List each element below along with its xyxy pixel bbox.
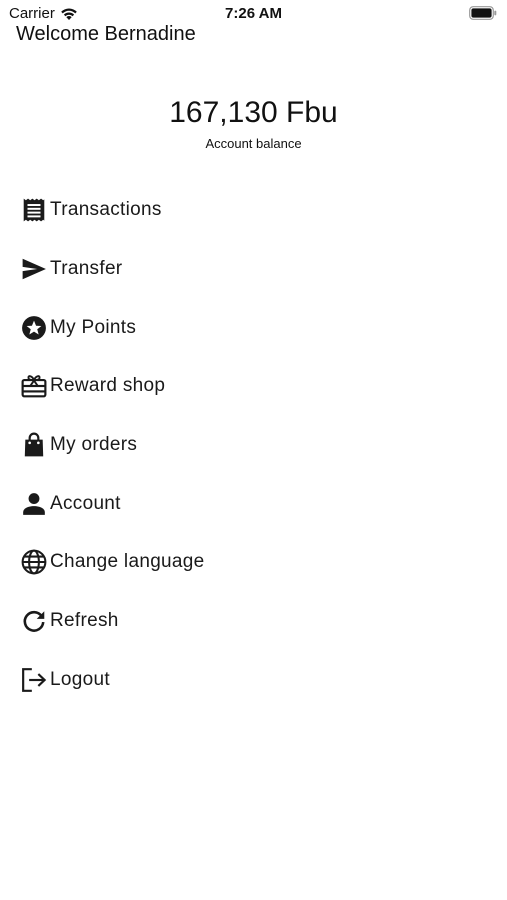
- menu-item-account[interactable]: Account: [0, 474, 507, 533]
- menu-item-label: Change language: [50, 551, 205, 573]
- menu-item-refresh[interactable]: Refresh: [0, 592, 507, 651]
- gift-card-icon: [21, 372, 49, 400]
- menu-item-label: Refresh: [50, 610, 119, 632]
- person-icon: [21, 490, 49, 518]
- menu-item-label: Logout: [50, 668, 110, 690]
- menu-item-my-orders[interactable]: My orders: [0, 416, 507, 475]
- menu-item-label: Reward shop: [50, 375, 166, 397]
- menu-item-logout[interactable]: Logout: [0, 651, 507, 710]
- balance-label: Account balance: [205, 136, 302, 151]
- menu-item-label: Transactions: [50, 199, 162, 221]
- menu-item-label: My orders: [50, 434, 138, 456]
- receipt-icon: [21, 196, 49, 224]
- balance-amount: 167,130 Fbu: [169, 96, 338, 129]
- refresh-icon: [21, 607, 49, 635]
- menu-item-transactions[interactable]: Transactions: [0, 181, 507, 240]
- shopping-bag-icon: [21, 431, 49, 459]
- menu-item-label: My Points: [50, 316, 137, 338]
- main-menu: Transactions Transfer My Points Reward s…: [0, 181, 507, 709]
- menu-item-label: Account: [50, 492, 121, 514]
- globe-icon: [21, 548, 49, 576]
- star-circle-icon: [21, 314, 49, 342]
- send-icon: [21, 255, 49, 283]
- menu-item-my-points[interactable]: My Points: [0, 298, 507, 357]
- menu-item-label: Transfer: [50, 258, 123, 280]
- menu-item-reward-shop[interactable]: Reward shop: [0, 357, 507, 416]
- menu-item-transfer[interactable]: Transfer: [0, 240, 507, 299]
- welcome-title: Welcome Bernadine: [16, 23, 196, 45]
- menu-item-change-language[interactable]: Change language: [0, 533, 507, 592]
- logout-icon: [21, 666, 49, 694]
- account-balance: 167,130 Fbu Account balance: [0, 94, 507, 151]
- battery-icon: [469, 6, 497, 20]
- status-time: 7:26 AM: [225, 5, 282, 22]
